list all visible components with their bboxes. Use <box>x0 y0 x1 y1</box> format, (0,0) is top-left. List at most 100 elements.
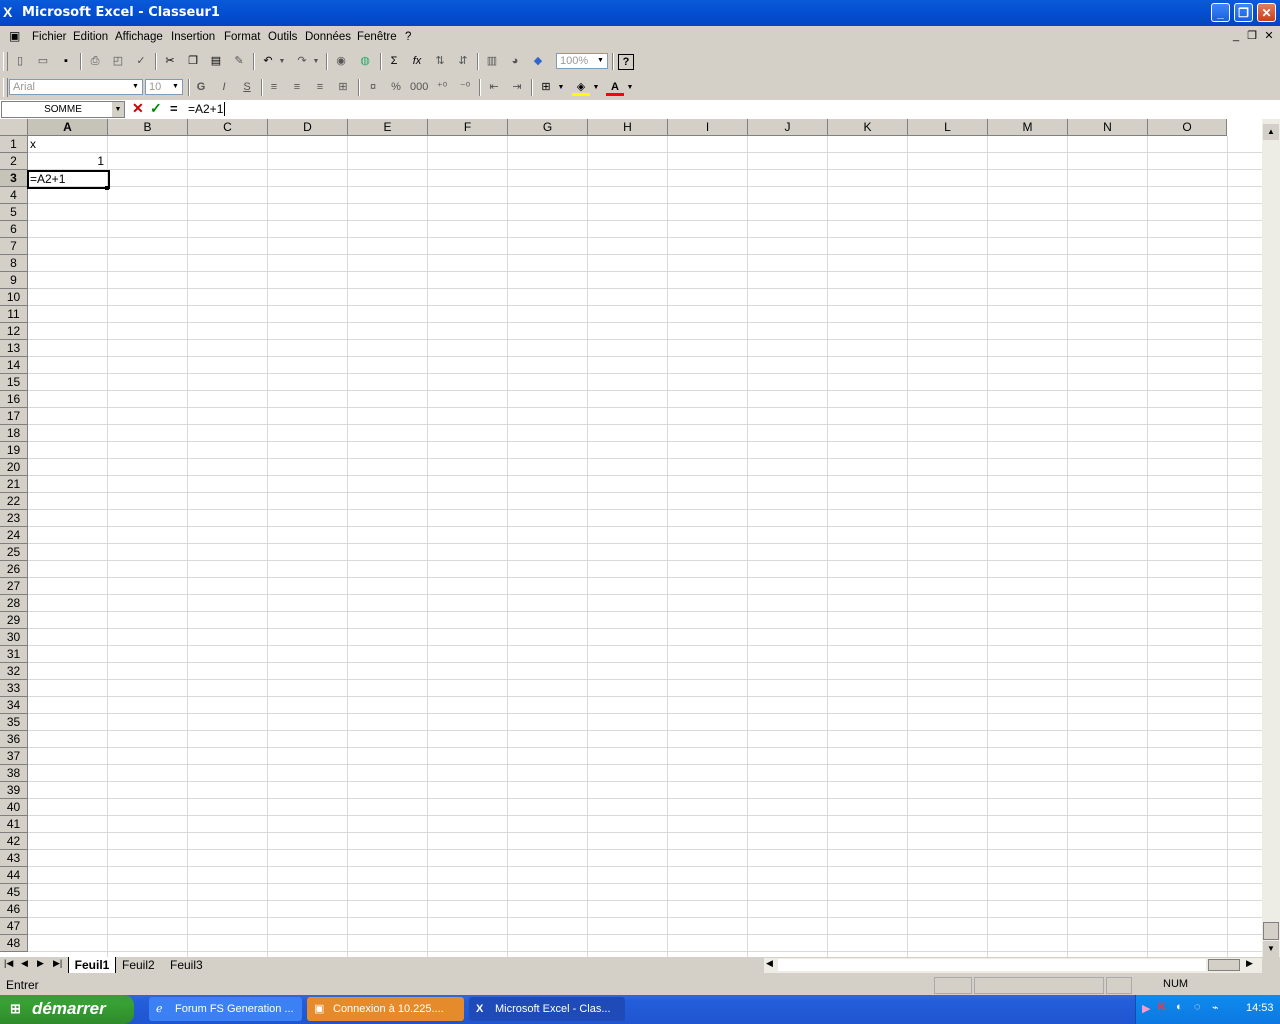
font-color-icon[interactable]: A <box>606 79 624 96</box>
autosum-icon[interactable]: Σ <box>385 53 403 70</box>
menu-fenetre[interactable]: Fenêtre <box>357 31 397 43</box>
column-header-g[interactable]: G <box>508 119 588 136</box>
align-center-icon[interactable]: ≡ <box>288 79 306 96</box>
row-header-33[interactable]: 33 <box>0 680 28 697</box>
row-header-31[interactable]: 31 <box>0 646 28 663</box>
row-header-11[interactable]: 11 <box>0 306 28 323</box>
cell-a1[interactable]: x <box>30 136 106 152</box>
row-header-22[interactable]: 22 <box>0 493 28 510</box>
zoom-select[interactable]: 100% ▼ <box>556 53 608 69</box>
undo-dropdown-icon[interactable]: ▼ <box>277 53 287 70</box>
task-connexion[interactable]: ▣ Connexion à 10.225.... <box>307 997 464 1021</box>
fill-handle[interactable] <box>105 186 109 190</box>
increase-indent-icon[interactable]: ⇥ <box>508 79 526 96</box>
row-header-23[interactable]: 23 <box>0 510 28 527</box>
row-header-44[interactable]: 44 <box>0 867 28 884</box>
select-all-button[interactable] <box>0 119 28 136</box>
sheet-tab-feuil3[interactable]: Feuil3 <box>170 957 203 973</box>
row-header-9[interactable]: 9 <box>0 272 28 289</box>
align-right-icon[interactable]: ≡ <box>311 79 329 96</box>
prev-sheet-icon[interactable]: ◀ <box>21 958 28 969</box>
start-button[interactable]: ⊞ démarrer <box>0 995 134 1024</box>
row-header-36[interactable]: 36 <box>0 731 28 748</box>
italic-button[interactable]: I <box>215 79 233 96</box>
tray-icon-3[interactable]: ◐ <box>1176 1001 1183 1013</box>
sheet-tab-feuil1[interactable]: Feuil1 <box>68 957 116 973</box>
row-header-12[interactable]: 12 <box>0 323 28 340</box>
row-header-32[interactable]: 32 <box>0 663 28 680</box>
row-header-35[interactable]: 35 <box>0 714 28 731</box>
column-header-d[interactable]: D <box>268 119 348 136</box>
undo-icon[interactable]: ↶ <box>259 53 277 70</box>
print-preview-icon[interactable]: ◰ <box>109 53 127 70</box>
fill-color-icon[interactable]: ◈ <box>572 79 590 96</box>
row-header-29[interactable]: 29 <box>0 612 28 629</box>
hscroll-track[interactable] <box>778 959 1206 971</box>
column-header-l[interactable]: L <box>908 119 988 136</box>
drawing-icon[interactable]: ◆ <box>529 53 547 70</box>
horizontal-scrollbar[interactable]: ◀ ▶ <box>764 958 1262 973</box>
title-bar[interactable]: X Microsoft Excel - Classeur1 _ ❐ ✕ <box>0 0 1280 26</box>
row-header-4[interactable]: 4 <box>0 187 28 204</box>
currency-icon[interactable]: ¤ <box>364 79 382 96</box>
menu-edition[interactable]: Edition <box>73 31 108 43</box>
row-header-25[interactable]: 25 <box>0 544 28 561</box>
row-header-18[interactable]: 18 <box>0 425 28 442</box>
column-header-f[interactable]: F <box>428 119 508 136</box>
row-header-40[interactable]: 40 <box>0 799 28 816</box>
row-header-38[interactable]: 38 <box>0 765 28 782</box>
menu-affichage[interactable]: Affichage <box>115 31 163 43</box>
vertical-scrollbar[interactable]: ▲ ▼ <box>1262 119 1280 957</box>
row-header-16[interactable]: 16 <box>0 391 28 408</box>
column-header-i[interactable]: I <box>668 119 748 136</box>
help-icon[interactable]: ? <box>618 54 634 70</box>
spreadsheet-grid[interactable]: ABCDEFGHIJKLMNO 1 2 3 4 5 6 7 8 9 10 11 12 13 14 15 16 1… <box>0 119 1262 957</box>
column-header-n[interactable]: N <box>1068 119 1148 136</box>
row-header-43[interactable]: 43 <box>0 850 28 867</box>
row-header-15[interactable]: 15 <box>0 374 28 391</box>
redo-icon[interactable]: ↷ <box>293 53 311 70</box>
open-icon[interactable]: ▭ <box>34 53 52 70</box>
cell-a3-active[interactable]: =A2+1 <box>27 170 110 189</box>
column-header-b[interactable]: B <box>108 119 188 136</box>
spellcheck-icon[interactable]: ✓ <box>132 53 150 70</box>
menu-insertion[interactable]: Insertion <box>171 31 215 43</box>
last-sheet-icon[interactable]: ▶| <box>53 958 62 969</box>
tray-icon-4[interactable]: ◌ <box>1194 1001 1201 1013</box>
hscroll-thumb[interactable] <box>1208 959 1240 971</box>
hyperlink-icon[interactable]: ◉ <box>332 53 350 70</box>
decrease-decimal-icon[interactable]: ⁻⁰ <box>456 79 474 96</box>
cell-a2[interactable]: 1 <box>30 153 104 169</box>
toolbar-grip[interactable] <box>3 78 8 97</box>
row-header-47[interactable]: 47 <box>0 918 28 935</box>
row-header-5[interactable]: 5 <box>0 204 28 221</box>
row-header-8[interactable]: 8 <box>0 255 28 272</box>
chart-wizard-icon[interactable]: ▥ <box>483 53 501 70</box>
thousands-icon[interactable]: 000 <box>410 79 428 96</box>
column-header-c[interactable]: C <box>188 119 268 136</box>
row-header-34[interactable]: 34 <box>0 697 28 714</box>
task-excel[interactable]: X Microsoft Excel - Clas... <box>469 997 625 1021</box>
row-header-10[interactable]: 10 <box>0 289 28 306</box>
print-icon[interactable]: ⎙ <box>86 53 104 70</box>
column-header-a[interactable]: A <box>28 119 108 136</box>
percent-icon[interactable]: % <box>387 79 405 96</box>
tray-icon-1[interactable]: ▶ <box>1142 1002 1150 1015</box>
menu-donnees[interactable]: Données <box>305 31 351 43</box>
row-header-26[interactable]: 26 <box>0 561 28 578</box>
document-icon[interactable]: ▣ <box>9 29 20 43</box>
borders-dropdown-icon[interactable]: ▼ <box>556 79 566 96</box>
row-header-7[interactable]: 7 <box>0 238 28 255</box>
menu-help[interactable]: ? <box>405 31 411 43</box>
row-header-30[interactable]: 30 <box>0 629 28 646</box>
cancel-icon[interactable]: ✕ <box>132 100 144 117</box>
antivirus-icon[interactable]: K <box>1158 1001 1166 1013</box>
network-icon[interactable]: ⌁ <box>1212 1001 1219 1014</box>
bold-button[interactable]: G <box>192 79 210 96</box>
fill-dropdown-icon[interactable]: ▼ <box>591 79 601 96</box>
menu-outils[interactable]: Outils <box>268 31 297 43</box>
scroll-down-icon[interactable]: ▼ <box>1263 941 1279 957</box>
formula-input[interactable]: =A2+1 <box>188 102 226 116</box>
new-icon[interactable]: ▯ <box>11 53 29 70</box>
row-header-24[interactable]: 24 <box>0 527 28 544</box>
